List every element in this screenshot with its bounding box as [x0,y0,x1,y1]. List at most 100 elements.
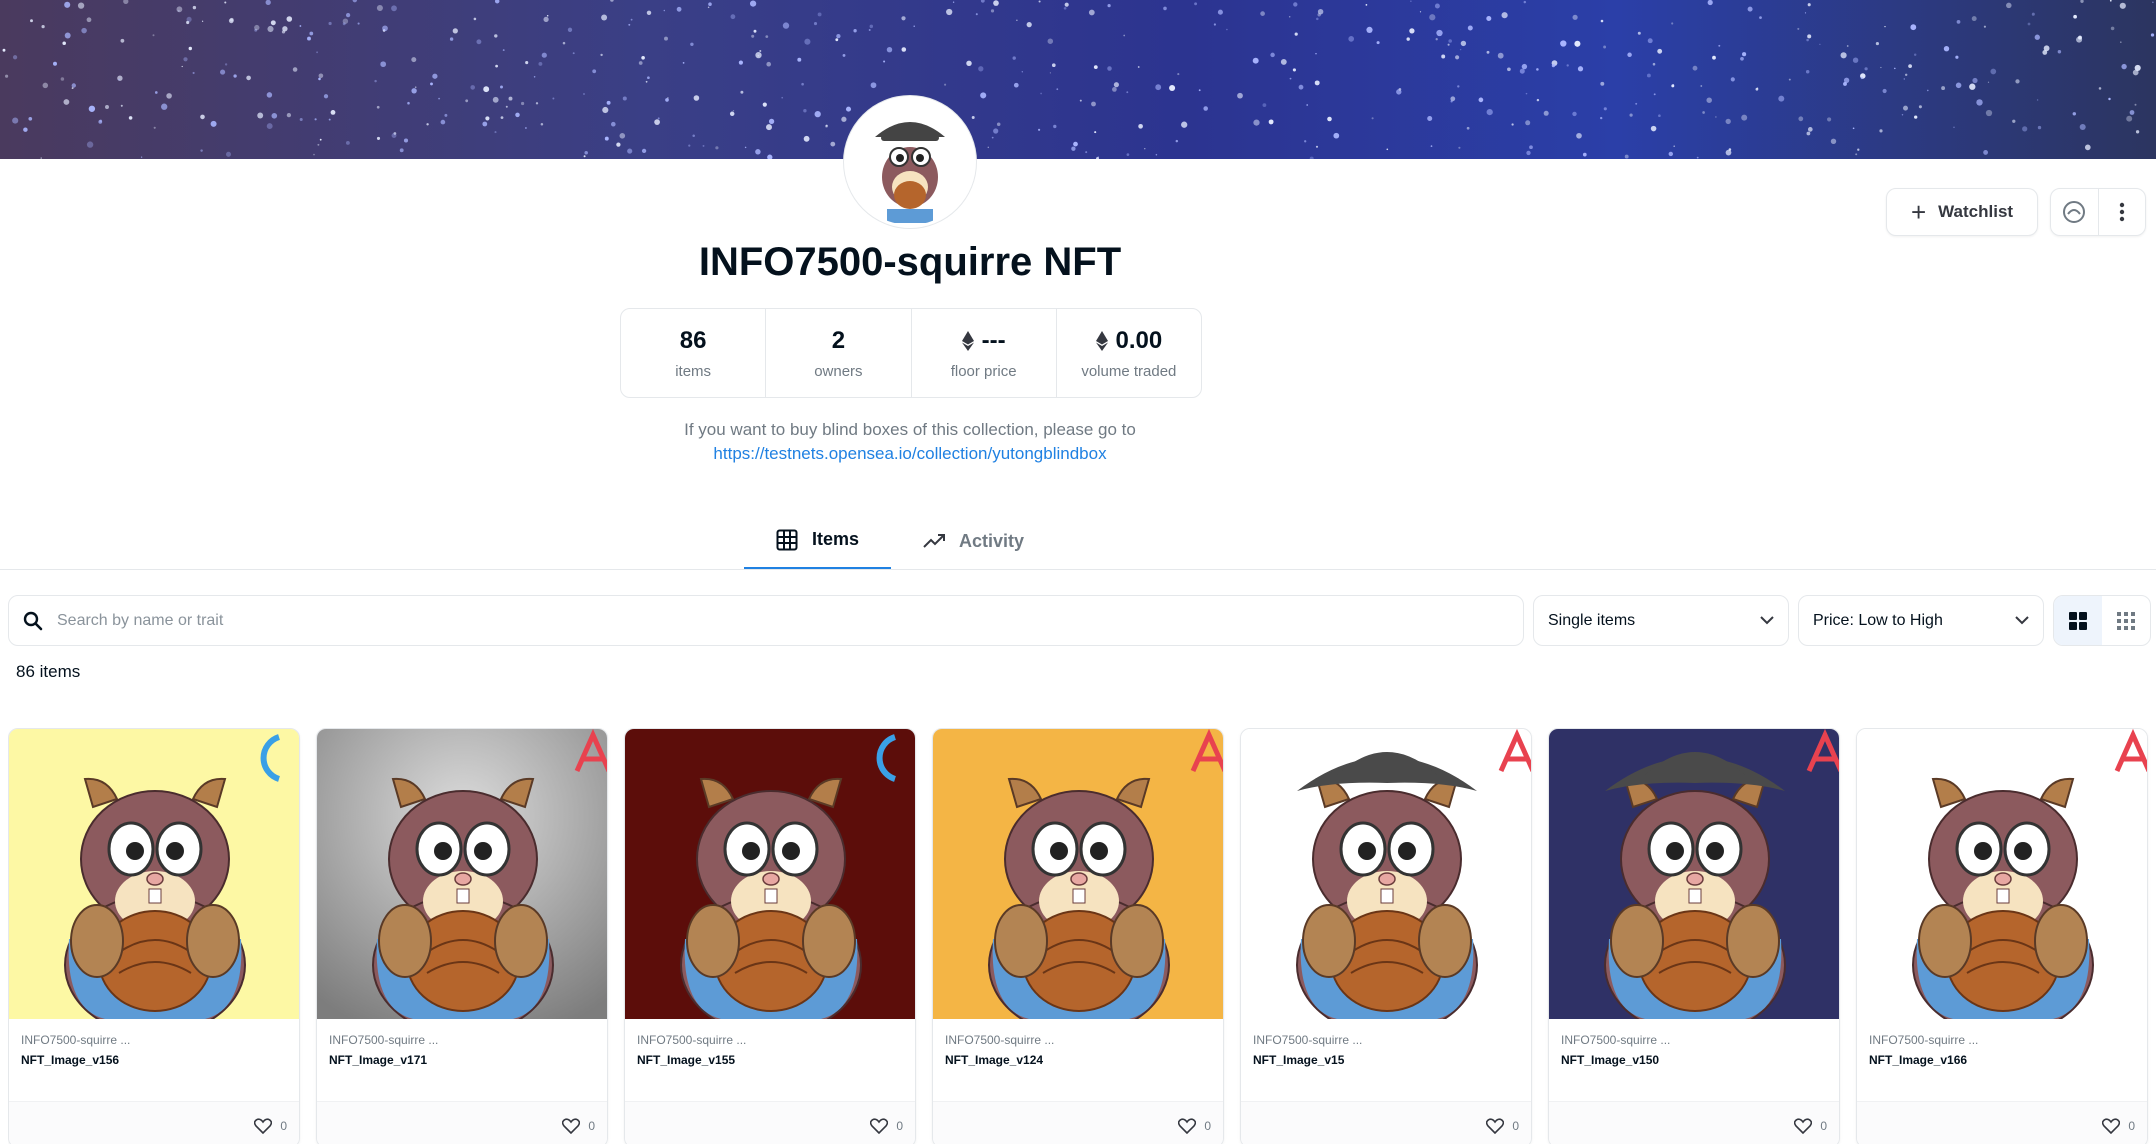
more-vertical-icon [2119,202,2124,222]
ethereum-icon [961,330,974,351]
opensea-pro-button[interactable] [2051,189,2098,235]
small-grid-view-button[interactable] [2102,596,2150,645]
card-footer: 0 [625,1101,915,1144]
stat-owners[interactable]: 2 owners [765,309,910,397]
nft-image[interactable] [317,729,607,1019]
nft-image[interactable] [1857,729,2147,1019]
stat-volume-traded[interactable]: 0.00 volume traded [1055,309,1201,397]
squirrel-illustration [317,729,607,1019]
like-count: 0 [1204,1118,1211,1133]
small-grid-icon [2117,611,2135,630]
nft-card[interactable]: INFO7500-squirre ... NFT_Image_v150 0 [1548,728,1840,1144]
like-count: 0 [896,1118,903,1133]
nft-image[interactable] [1241,729,1531,1019]
heart-icon[interactable] [1178,1117,1197,1134]
stat-items[interactable]: 86 items [621,309,765,397]
nft-image[interactable] [933,729,1223,1019]
card-footer: 0 [1241,1101,1531,1144]
stat-value: 2 [831,326,846,354]
description-text: If you want to buy blind boxes of this c… [684,420,1136,439]
heart-icon[interactable] [1794,1117,1813,1134]
opensea-pro-icon [2063,201,2086,223]
large-grid-icon [2069,611,2087,630]
sort-select[interactable]: Price: Low to High [1798,595,2044,646]
collection-stats: 86 items 2 owners --- floor price 0.00 v… [620,308,1202,398]
card-collection-name[interactable]: INFO7500-squirre ... [1561,1033,1839,1047]
stat-value: --- [981,326,1006,354]
heart-icon[interactable] [254,1117,273,1134]
watchlist-button[interactable]: + Watchlist [1886,188,2038,236]
card-item-name[interactable]: NFT_Image_v15 [1253,1053,1531,1067]
more-options-button[interactable] [2097,189,2146,235]
heart-icon[interactable] [562,1117,581,1134]
card-collection-name[interactable]: INFO7500-squirre ... [21,1033,299,1047]
heart-icon[interactable] [1486,1117,1505,1134]
heart-icon[interactable] [870,1117,889,1134]
stat-value: 0.00 [1115,326,1163,354]
tab-label: Activity [959,530,1025,551]
card-footer: 0 [9,1101,299,1144]
search-bar[interactable] [8,595,1524,646]
nft-card[interactable]: INFO7500-squirre ... NFT_Image_v155 0 [624,728,916,1144]
large-grid-view-button[interactable] [2054,596,2102,645]
squirrel-illustration [625,729,915,1019]
nft-card[interactable]: INFO7500-squirre ... NFT_Image_v166 0 [1856,728,2148,1144]
squirrel-illustration [1857,729,2147,1019]
nft-card[interactable]: INFO7500-squirre ... NFT_Image_v156 0 [8,728,300,1144]
card-item-name[interactable]: NFT_Image_v150 [1561,1053,1839,1067]
nft-card[interactable]: INFO7500-squirre ... NFT_Image_v124 0 [932,728,1224,1144]
heart-icon[interactable] [2102,1117,2121,1134]
chevron-down-icon [1760,616,1774,625]
stat-label: floor price [950,362,1017,380]
collection-link[interactable]: https://testnets.opensea.io/collection/y… [0,442,1820,466]
squirrel-illustration [933,729,1223,1019]
card-collection-name[interactable]: INFO7500-squirre ... [1253,1033,1531,1047]
nft-card[interactable]: INFO7500-squirre ... NFT_Image_v15 0 [1240,728,1532,1144]
tab-label: Items [812,529,860,549]
card-collection-name[interactable]: INFO7500-squirre ... [637,1033,915,1047]
grid-icon [776,529,798,550]
items-grid: INFO7500-squirre ... NFT_Image_v156 0 IN… [8,728,2156,1144]
card-collection-name[interactable]: INFO7500-squirre ... [329,1033,607,1047]
watchlist-label: Watchlist [1938,202,2014,221]
card-collection-name[interactable]: INFO7500-squirre ... [1869,1033,2147,1047]
nft-image[interactable] [625,729,915,1019]
squirrel-illustration [1241,729,1531,1019]
header-actions [2050,188,2146,236]
search-icon [23,611,43,630]
card-collection-name[interactable]: INFO7500-squirre ... [945,1033,1223,1047]
card-item-name[interactable]: NFT_Image_v155 [637,1053,915,1067]
card-footer: 0 [1549,1101,1839,1144]
starfield-image [2,0,2155,159]
card-item-name[interactable]: NFT_Image_v171 [329,1053,607,1067]
search-input[interactable] [57,611,1457,630]
item-count: 86 items [16,662,81,681]
tab-items[interactable]: Items [744,512,892,570]
tab-activity[interactable]: Activity [891,512,1056,570]
stat-floor-price[interactable]: --- floor price [910,309,1056,397]
nft-card[interactable]: INFO7500-squirre ... NFT_Image_v171 0 [316,728,608,1144]
collection-tabs: Items Activity [744,512,1056,570]
squirrel-illustration [9,729,299,1019]
card-item-name[interactable]: NFT_Image_v166 [1869,1053,2147,1067]
collection-title: INFO7500-squirre NFT [698,240,1122,284]
nft-image[interactable] [1549,729,1839,1019]
stat-label: items [675,362,712,380]
card-footer: 0 [1857,1101,2147,1144]
squirrel-illustration [1549,729,1839,1019]
stat-label: volume traded [1081,362,1177,380]
collection-banner [0,0,2156,159]
tabs-divider [0,569,2156,570]
sort-value: Price: Low to High [1813,611,1943,629]
card-footer: 0 [933,1101,1223,1144]
plus-icon: + [1910,197,1927,227]
like-count: 0 [280,1118,287,1133]
nft-image[interactable] [9,729,299,1019]
card-item-name[interactable]: NFT_Image_v124 [945,1053,1223,1067]
card-item-name[interactable]: NFT_Image_v156 [21,1053,299,1067]
item-type-select[interactable]: Single items [1533,595,1789,646]
collection-description: If you want to buy blind boxes of this c… [0,418,1820,466]
like-count: 0 [1512,1118,1519,1133]
trend-icon [923,534,946,548]
view-toggle [2053,595,2151,646]
